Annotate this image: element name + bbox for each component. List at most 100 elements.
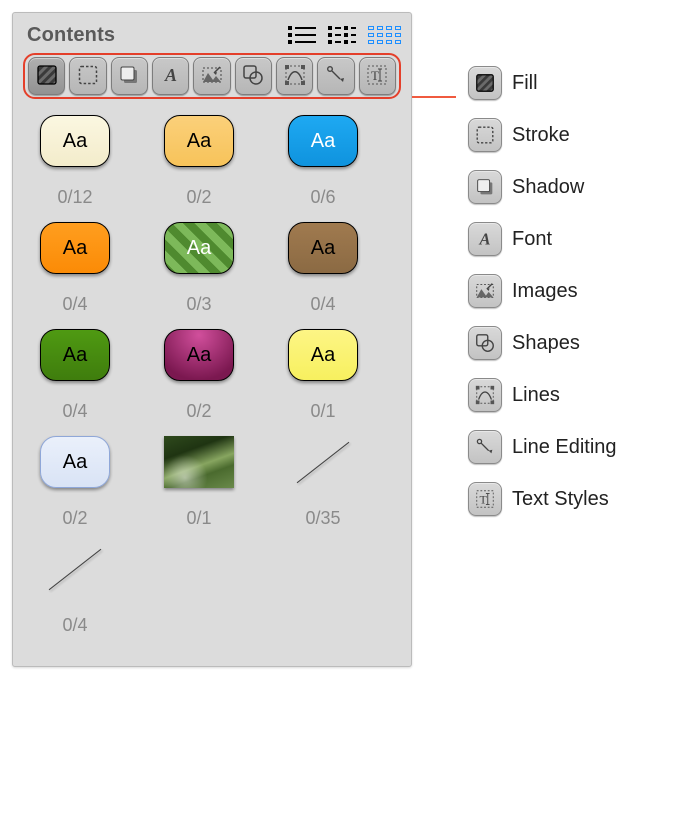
swatch-sample-text: Aa xyxy=(63,451,87,474)
images-icon xyxy=(200,63,224,90)
fill-icon xyxy=(35,63,59,90)
swatch-count: 0/4 xyxy=(62,615,87,636)
callout-fill-tool: Fill xyxy=(468,66,617,100)
swatch-sample-text: Aa xyxy=(187,344,211,367)
swatch-color[interactable]: Aa xyxy=(40,436,110,488)
lines-icon xyxy=(468,378,502,412)
view-mode-list-compact[interactable] xyxy=(325,23,359,47)
callout-label: Shadow xyxy=(512,176,584,199)
textstyle-icon xyxy=(468,482,502,516)
view-mode-switcher xyxy=(285,23,399,47)
swatch-count: 0/4 xyxy=(310,294,335,315)
callout-label: Lines xyxy=(512,384,560,407)
swatch-cell: Aa0/6 xyxy=(277,115,369,208)
swatch-sample-text: Aa xyxy=(63,130,87,153)
swatch-sample-text: Aa xyxy=(187,130,211,153)
swatch-color[interactable]: Aa xyxy=(164,222,234,274)
panel-header: Contents xyxy=(21,23,403,53)
swatch-count: 0/2 xyxy=(186,187,211,208)
lines-tool[interactable] xyxy=(276,57,313,95)
fill-tool[interactable] xyxy=(28,57,65,95)
images-tool[interactable] xyxy=(193,57,230,95)
callout-textstyle-tool: Text Styles xyxy=(468,482,617,516)
swatch-color[interactable]: Aa xyxy=(288,329,358,381)
callout-images-tool: Images xyxy=(468,274,617,308)
toolbar xyxy=(28,57,396,95)
swatch-cell: Aa 0/1 xyxy=(277,329,369,422)
images-icon xyxy=(468,274,502,308)
callout-label: Images xyxy=(512,280,578,303)
swatch-cell: 0/1 xyxy=(153,436,245,529)
stroke-icon xyxy=(76,63,100,90)
swatch-cell: Aa 0/4 xyxy=(29,329,121,422)
swatch-sample-text: Aa xyxy=(311,130,335,153)
swatch-image[interactable] xyxy=(164,436,234,488)
callout-label: Text Styles xyxy=(512,488,609,511)
swatch-grid: Aa0/12Aa0/2Aa0/6Aa0/4Aa0/3Aa0/4Aa0/4Aa0/… xyxy=(21,113,403,652)
swatch-count: 0/1 xyxy=(310,401,335,422)
swatch-cell: Aa 0/4 xyxy=(29,222,121,315)
swatch-sample-text: Aa xyxy=(187,237,211,260)
font-icon xyxy=(159,63,183,90)
swatch-cell: Aa 0/2 xyxy=(153,115,245,208)
shadow-icon xyxy=(117,63,141,90)
swatch-cell: Aa0/12 xyxy=(29,115,121,208)
panel-title: Contents xyxy=(27,24,115,47)
swatch-count: 0/35 xyxy=(305,508,340,529)
callout-lines-tool: Lines xyxy=(468,378,617,412)
swatch-count: 0/2 xyxy=(186,401,211,422)
shadow-icon xyxy=(468,170,502,204)
swatch-color[interactable]: Aa xyxy=(40,115,110,167)
swatch-color[interactable]: Aa xyxy=(164,329,234,381)
swatch-color[interactable]: Aa xyxy=(288,115,358,167)
swatch-count: 0/4 xyxy=(62,294,87,315)
stroke-tool[interactable] xyxy=(69,57,106,95)
shapes-icon xyxy=(468,326,502,360)
callout-label: Fill xyxy=(512,72,538,95)
swatch-count: 0/4 xyxy=(62,401,87,422)
swatch-cell: 0/4 xyxy=(29,543,121,636)
swatch-count: 0/2 xyxy=(62,508,87,529)
shadow-tool[interactable] xyxy=(111,57,148,95)
swatch-color[interactable]: Aa xyxy=(40,222,110,274)
swatch-count: 0/1 xyxy=(186,508,211,529)
font-tool[interactable] xyxy=(152,57,189,95)
callout-label: Line Editing xyxy=(512,436,617,459)
fill-icon xyxy=(468,66,502,100)
textstyle-tool[interactable] xyxy=(359,57,396,95)
swatch-none[interactable] xyxy=(40,543,110,595)
swatch-sample-text: Aa xyxy=(63,237,87,260)
swatch-sample-text: Aa xyxy=(311,344,335,367)
callout-label: Stroke xyxy=(512,124,570,147)
swatch-color[interactable]: Aa xyxy=(40,329,110,381)
stroke-icon xyxy=(468,118,502,152)
callout-shapes-tool: Shapes xyxy=(468,326,617,360)
swatch-cell: Aa0/3 xyxy=(153,222,245,315)
swatch-cell: 0/35 xyxy=(277,436,369,529)
callout-font-tool: Font xyxy=(468,222,617,256)
swatch-cell: Aa 0/2 xyxy=(29,436,121,529)
toolbar-highlight xyxy=(23,53,401,99)
textstyle-icon xyxy=(365,63,389,90)
swatch-color[interactable]: Aa xyxy=(288,222,358,274)
view-mode-grid[interactable] xyxy=(365,23,399,47)
swatch-color[interactable]: Aa xyxy=(164,115,234,167)
callout-stroke-tool: Stroke xyxy=(468,118,617,152)
font-icon xyxy=(468,222,502,256)
view-mode-list-detail[interactable] xyxy=(285,23,319,47)
swatch-cell: Aa 0/4 xyxy=(277,222,369,315)
callout-lineedit-tool: Line Editing xyxy=(468,430,617,464)
callout-shadow-tool: Shadow xyxy=(468,170,617,204)
toolbar-callout-list: Fill Stroke Shadow Font Images Shapes Lines Lin… xyxy=(468,66,617,516)
swatch-sample-text: Aa xyxy=(311,237,335,260)
swatch-sample-text: Aa xyxy=(63,344,87,367)
callout-label: Font xyxy=(512,228,552,251)
callout-label: Shapes xyxy=(512,332,580,355)
callout-connector-line xyxy=(412,96,456,98)
swatch-cell: Aa 0/2 xyxy=(153,329,245,422)
lineedit-tool[interactable] xyxy=(317,57,354,95)
shapes-icon xyxy=(241,63,265,90)
contents-panel: Contents xyxy=(12,12,412,667)
shapes-tool[interactable] xyxy=(235,57,272,95)
swatch-none[interactable] xyxy=(288,436,358,488)
